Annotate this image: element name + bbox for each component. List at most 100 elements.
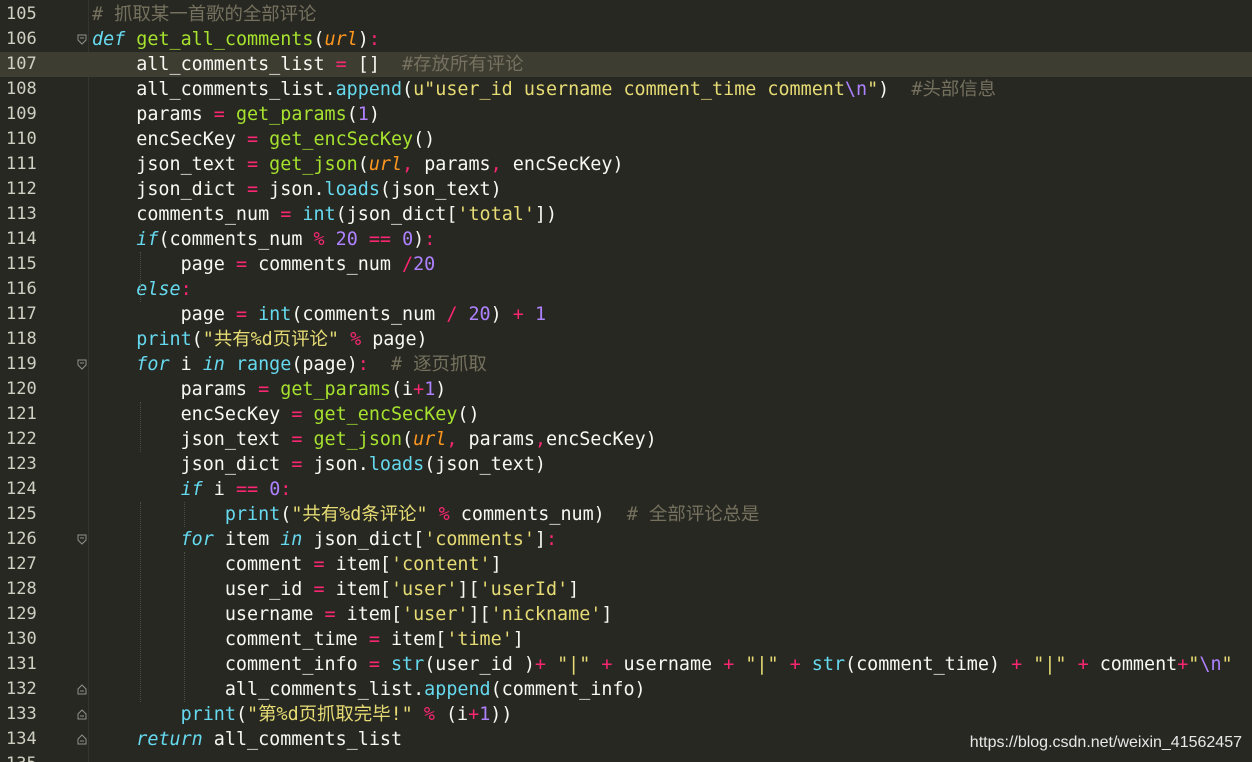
code-line[interactable]: 123 json_dict = json.loads(json_text): [0, 452, 1252, 477]
code-token: (user_id ): [424, 654, 535, 675]
watermark-text: https://blog.csdn.net/weixin_41562457: [969, 734, 1242, 751]
code-line[interactable]: 132 all_comments_list.append(comment_inf…: [0, 677, 1252, 702]
code-line[interactable]: 113 comments_num = int(json_dict['total'…: [0, 202, 1252, 227]
code-text: return all_comments_list: [92, 727, 402, 752]
code-line[interactable]: 119 for i in range(page): # 逐页抓取: [0, 352, 1252, 377]
code-line[interactable]: 112 json_dict = json.loads(json_text): [0, 177, 1252, 202]
code-token: ,: [446, 429, 458, 450]
code-token: ]: [568, 579, 580, 600]
code-line[interactable]: 133 print("第%d页抓取完毕!" % (i+1)): [0, 702, 1252, 727]
code-line[interactable]: 110 encSecKey = get_encSecKey(): [0, 127, 1252, 152]
code-token: item[: [335, 604, 403, 625]
code-token: item[: [324, 554, 391, 575]
code-token: 'time': [446, 629, 513, 650]
code-line[interactable]: 109 params = get_params(1): [0, 102, 1252, 127]
code-token: (json_text): [379, 179, 502, 200]
code-token: \n: [1199, 654, 1222, 675]
code-token: =: [247, 179, 259, 200]
code-token: 'nickname': [490, 604, 602, 625]
code-editor[interactable]: 105 # 抓取某一首歌的全部评论 106 def get_all_comments(…: [0, 0, 1252, 762]
code-line[interactable]: 107 all_comments_list = [] #存放所有评论: [0, 52, 1252, 77]
line-number: 131: [6, 654, 37, 674]
code-line[interactable]: 108 all_comments_list.append(u"user_id u…: [0, 77, 1252, 102]
code-token: =: [335, 54, 347, 75]
code-line[interactable]: 120 params = get_params(i+1): [0, 377, 1252, 402]
code-token: comments_num): [449, 504, 627, 525]
code-text: comment_info = str(user_id )+ "|" + user…: [92, 652, 1233, 677]
code-line[interactable]: 121 encSecKey = get_encSecKey(): [0, 402, 1252, 427]
code-line[interactable]: 125 print("共有%d条评论" % comments_num) # 全部…: [0, 502, 1252, 527]
code-line[interactable]: 127 comment = item['content']: [0, 552, 1252, 577]
code-token: # 逐页抓取: [391, 354, 487, 375]
code-token: ==: [235, 479, 259, 500]
code-token: comment: [92, 554, 314, 575]
fold-open-icon[interactable]: [77, 359, 87, 370]
code-token: )): [490, 704, 513, 725]
code-token: %: [350, 329, 362, 350]
code-line[interactable]: 115 page = comments_num /20: [0, 252, 1252, 277]
code-token: page: [92, 254, 236, 275]
code-token: url: [368, 154, 403, 175]
code-token: ]: [534, 529, 546, 550]
code-line[interactable]: 116 else:: [0, 277, 1252, 302]
code-token: ,: [534, 429, 547, 450]
code-token: json_dict: [92, 454, 292, 475]
fold-open-icon[interactable]: [77, 534, 87, 545]
code-token: (comment_info): [490, 679, 646, 700]
code-token: get_encSecKey: [269, 129, 414, 150]
code-line[interactable]: 114 if(comments_num % 20 == 0):: [0, 227, 1252, 252]
code-line[interactable]: 111 json_text = get_json(url, params, en…: [0, 152, 1252, 177]
code-line[interactable]: 105 # 抓取某一首歌的全部评论: [0, 2, 1252, 27]
code-token: 'content': [390, 554, 491, 575]
fold-end-icon[interactable]: [77, 684, 87, 695]
code-text: params = get_params(1): [92, 102, 380, 127]
code-token: +: [1177, 654, 1189, 675]
code-text: if(comments_num % 20 == 0):: [92, 227, 435, 252]
code-token: #头部信息: [911, 79, 997, 100]
line-number: 112: [6, 179, 37, 199]
code-line[interactable]: 122 json_text = get_json(url, params,enc…: [0, 427, 1252, 452]
code-token: :: [280, 479, 292, 500]
code-line[interactable]: 124 if i == 0:: [0, 477, 1252, 502]
code-token: ]: [512, 629, 524, 650]
code-line[interactable]: 117 page = int(comments_num / 20) + 1: [0, 302, 1252, 327]
code-token: i: [169, 354, 203, 375]
fold-end-icon[interactable]: [77, 734, 87, 745]
fold-end-icon[interactable]: [77, 709, 87, 720]
code-line[interactable]: 131 comment_info = str(user_id )+ "|" + …: [0, 652, 1252, 677]
code-token: :: [368, 29, 380, 50]
code-token: "第%d页抓取完毕!": [247, 704, 413, 725]
code-token: (comments_num: [291, 304, 447, 325]
code-token: encSecKey: [92, 129, 248, 150]
code-token: +: [723, 654, 735, 675]
code-line[interactable]: 118 print("共有%d页评论" % page): [0, 327, 1252, 352]
code-token: json_dict[: [302, 529, 425, 550]
code-token: 1: [357, 104, 369, 125]
code-token: +: [468, 704, 480, 725]
code-line[interactable]: 126 for item in json_dict['comments']:: [0, 527, 1252, 552]
code-line[interactable]: 135: [0, 752, 1252, 762]
code-line[interactable]: 128 user_id = item['user']['userId']: [0, 577, 1252, 602]
code-line[interactable]: 129 username = item['user']['nickname']: [0, 602, 1252, 627]
code-token: =: [235, 254, 248, 275]
code-token: 0: [269, 479, 281, 500]
fold-open-icon[interactable]: [77, 34, 87, 45]
code-token: "共有%d页评论": [202, 329, 339, 350]
code-token: (: [402, 429, 414, 450]
code-token: item[: [379, 629, 447, 650]
code-line[interactable]: 106 def get_all_comments(url):: [0, 27, 1252, 52]
code-line[interactable]: 130 comment_time = item['time']: [0, 627, 1252, 652]
code-token: if: [136, 229, 159, 250]
code-token: %: [438, 504, 450, 525]
code-token: =: [324, 604, 336, 625]
code-token: /: [402, 254, 414, 275]
